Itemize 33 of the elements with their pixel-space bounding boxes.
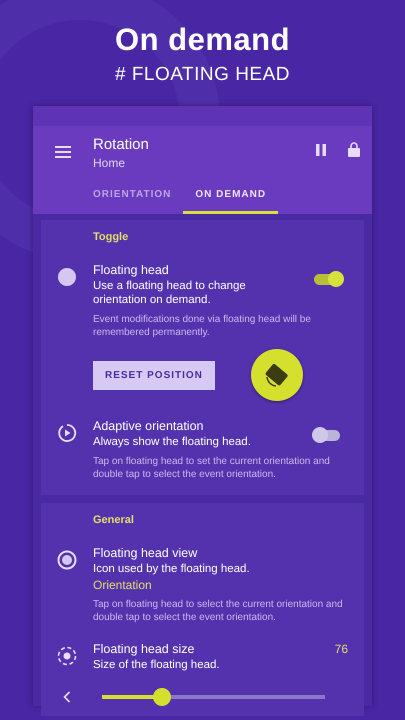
setting-note: Event modifications done via floating head will be remembered permanently. <box>93 313 312 339</box>
tab[interactable]: ORIENTATION <box>81 178 184 214</box>
section-header: Toggle <box>92 230 130 245</box>
headline-title: On demand <box>114 22 291 58</box>
setting-title: Adaptive orientation <box>93 419 204 433</box>
section-header: General <box>92 513 135 528</box>
setting-note: Tap on floating head to select the current orientation and double tap to select the event orientation. <box>93 598 344 624</box>
floating-head-button[interactable] <box>250 349 303 401</box>
toolbar-subtitle: Home <box>93 156 126 170</box>
menu-icon[interactable] <box>55 146 71 158</box>
slider-value: 76 <box>334 642 348 656</box>
setting-title: Floating head <box>93 263 170 277</box>
setting-title: Floating head size <box>93 642 196 656</box>
setting-title: Floating head view <box>93 546 198 560</box>
setting-value: Orientation <box>93 578 153 592</box>
back-icon[interactable] <box>63 691 71 703</box>
dashed-circle-icon <box>57 646 77 666</box>
headline-subtitle: # FLOATING HEAD <box>114 64 291 86</box>
setting-summary: Use a floating head to change orientation on demand. <box>93 279 247 307</box>
reset-position-button[interactable]: RESET POSITION <box>93 360 215 390</box>
circle-icon <box>57 267 77 287</box>
setting-note: Tap on floating head to set the current orientation and double tap to select the event orientation. <box>93 455 331 481</box>
toolbar-title: Rotation <box>93 136 150 153</box>
slider-thumb[interactable] <box>153 688 172 706</box>
setting-summary: Size of the floating head. <box>93 658 221 672</box>
pause-icon[interactable] <box>316 144 326 156</box>
radio-icon <box>57 550 77 570</box>
toggle-switch[interactable] <box>312 269 344 289</box>
setting-summary: Always show the floating head. <box>93 435 252 449</box>
tab[interactable]: ON DEMAND <box>183 178 278 214</box>
lock-icon[interactable] <box>348 142 360 157</box>
setting-summary: Icon used by the floating head. <box>93 562 251 576</box>
timer-play-icon <box>57 423 77 443</box>
